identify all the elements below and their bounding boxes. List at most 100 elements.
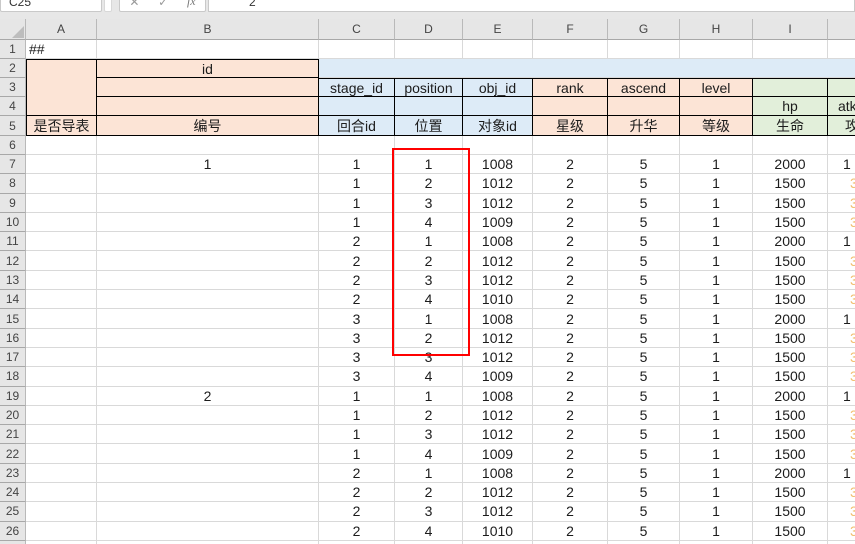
cell-C26[interactable]: 2: [319, 522, 395, 541]
cell-J3[interactable]: [828, 78, 855, 97]
cell-G19[interactable]: 5: [608, 387, 680, 406]
cell-D10[interactable]: 4: [395, 213, 463, 232]
row-header-18[interactable]: 18: [0, 367, 26, 386]
cell-J19[interactable]: 1: [828, 387, 855, 406]
cell-D16[interactable]: 2: [395, 329, 463, 348]
cell-B17[interactable]: [97, 348, 319, 367]
cell-D5[interactable]: 位置: [395, 116, 463, 136]
cell-C8[interactable]: 1: [319, 174, 395, 193]
cell-E12[interactable]: 1012: [463, 251, 533, 270]
cell-I5[interactable]: 生命: [753, 116, 828, 136]
column-header-E[interactable]: E: [463, 19, 533, 40]
cell-D23[interactable]: 1: [395, 464, 463, 483]
cell-G21[interactable]: 5: [608, 425, 680, 444]
cell-I16[interactable]: 1500: [753, 329, 828, 348]
cell-E15[interactable]: 1008: [463, 309, 533, 328]
cell-F23[interactable]: 2: [533, 464, 608, 483]
cell-J13[interactable]: 3: [828, 271, 855, 290]
cell-I21[interactable]: 1500: [753, 425, 828, 444]
cell-I26[interactable]: 1500: [753, 522, 828, 541]
cell-I10[interactable]: 1500: [753, 213, 828, 232]
cell-G5[interactable]: 升华: [608, 116, 680, 136]
cell-C4[interactable]: [319, 97, 395, 116]
cell-H22[interactable]: 1: [680, 444, 753, 463]
cancel-icon[interactable]: ✕: [129, 0, 139, 9]
cell-I24[interactable]: 1500: [753, 483, 828, 502]
cell-J26[interactable]: 3: [828, 522, 855, 541]
cell-F18[interactable]: 2: [533, 367, 608, 386]
cell-I14[interactable]: 1500: [753, 290, 828, 309]
cell-B8[interactable]: [97, 174, 319, 193]
cell-H1[interactable]: [680, 40, 753, 59]
cell-A19[interactable]: [26, 387, 97, 406]
row-header-25[interactable]: 25: [0, 502, 26, 521]
cell-J18[interactable]: 3: [828, 367, 855, 386]
cell-A24[interactable]: [26, 483, 97, 502]
cell-F19[interactable]: 2: [533, 387, 608, 406]
cell-J24[interactable]: 3: [828, 483, 855, 502]
cell-G8[interactable]: 5: [608, 174, 680, 193]
cell-D1[interactable]: [395, 40, 463, 59]
cell-G20[interactable]: 5: [608, 406, 680, 425]
cell-E20[interactable]: 1012: [463, 406, 533, 425]
cell-F6[interactable]: [533, 136, 608, 155]
column-header-B[interactable]: B: [97, 19, 319, 40]
cell-A14[interactable]: [26, 290, 97, 309]
cell-I4[interactable]: hp: [753, 97, 828, 116]
cell-B23[interactable]: [97, 464, 319, 483]
cell-A7[interactable]: [26, 155, 97, 174]
cell-C17[interactable]: 3: [319, 348, 395, 367]
cell-G15[interactable]: 5: [608, 309, 680, 328]
row-header-4[interactable]: 4: [0, 97, 26, 116]
cell-H20[interactable]: 1: [680, 406, 753, 425]
cell-B16[interactable]: [97, 329, 319, 348]
cell-B11[interactable]: [97, 232, 319, 251]
formula-bar-input[interactable]: 2: [208, 0, 855, 12]
cell-H23[interactable]: 1: [680, 464, 753, 483]
cell-B2[interactable]: id: [97, 59, 319, 78]
cell-F11[interactable]: 2: [533, 232, 608, 251]
cell-D6[interactable]: [395, 136, 463, 155]
name-box[interactable]: C25: [0, 0, 102, 12]
cell-B7[interactable]: 1: [97, 155, 319, 174]
cell-H18[interactable]: 1: [680, 367, 753, 386]
cell-E24[interactable]: 1012: [463, 483, 533, 502]
cell-C5[interactable]: 回合id: [319, 116, 395, 136]
cell-J9[interactable]: 3: [828, 194, 855, 213]
column-header-H[interactable]: H: [680, 19, 753, 40]
cell-B5[interactable]: 编号: [97, 116, 319, 136]
cell-B1[interactable]: [97, 40, 319, 59]
cell-A9[interactable]: [26, 194, 97, 213]
cell-A15[interactable]: [26, 309, 97, 328]
cell-C15[interactable]: 3: [319, 309, 395, 328]
cell-B22[interactable]: [97, 444, 319, 463]
cell-I8[interactable]: 1500: [753, 174, 828, 193]
cell-A13[interactable]: [26, 271, 97, 290]
cell-B3[interactable]: [97, 78, 319, 97]
cell-G9[interactable]: 5: [608, 194, 680, 213]
cell-E1[interactable]: [463, 40, 533, 59]
row-header-15[interactable]: 15: [0, 309, 26, 328]
cell-H25[interactable]: 1: [680, 502, 753, 521]
cell-H13[interactable]: 1: [680, 271, 753, 290]
cell-C24[interactable]: 2: [319, 483, 395, 502]
cell-C3[interactable]: stage_id: [319, 78, 395, 97]
cell-A20[interactable]: [26, 406, 97, 425]
column-header-C[interactable]: C: [319, 19, 395, 40]
row-header-19[interactable]: 19: [0, 387, 26, 406]
row-header-8[interactable]: 8: [0, 174, 26, 193]
cell-J25[interactable]: 3: [828, 502, 855, 521]
cell-I15[interactable]: 2000: [753, 309, 828, 328]
cell-E17[interactable]: 1012: [463, 348, 533, 367]
cell-B6[interactable]: [97, 136, 319, 155]
cell-J17[interactable]: 3: [828, 348, 855, 367]
cell-I19[interactable]: 2000: [753, 387, 828, 406]
cell-F15[interactable]: 2: [533, 309, 608, 328]
cell-H24[interactable]: 1: [680, 483, 753, 502]
cell-I20[interactable]: 1500: [753, 406, 828, 425]
cell-I18[interactable]: 1500: [753, 367, 828, 386]
cell-A8[interactable]: [26, 174, 97, 193]
cell-H8[interactable]: 1: [680, 174, 753, 193]
cell-E26[interactable]: 1010: [463, 522, 533, 541]
cell-F3[interactable]: rank: [533, 78, 608, 97]
